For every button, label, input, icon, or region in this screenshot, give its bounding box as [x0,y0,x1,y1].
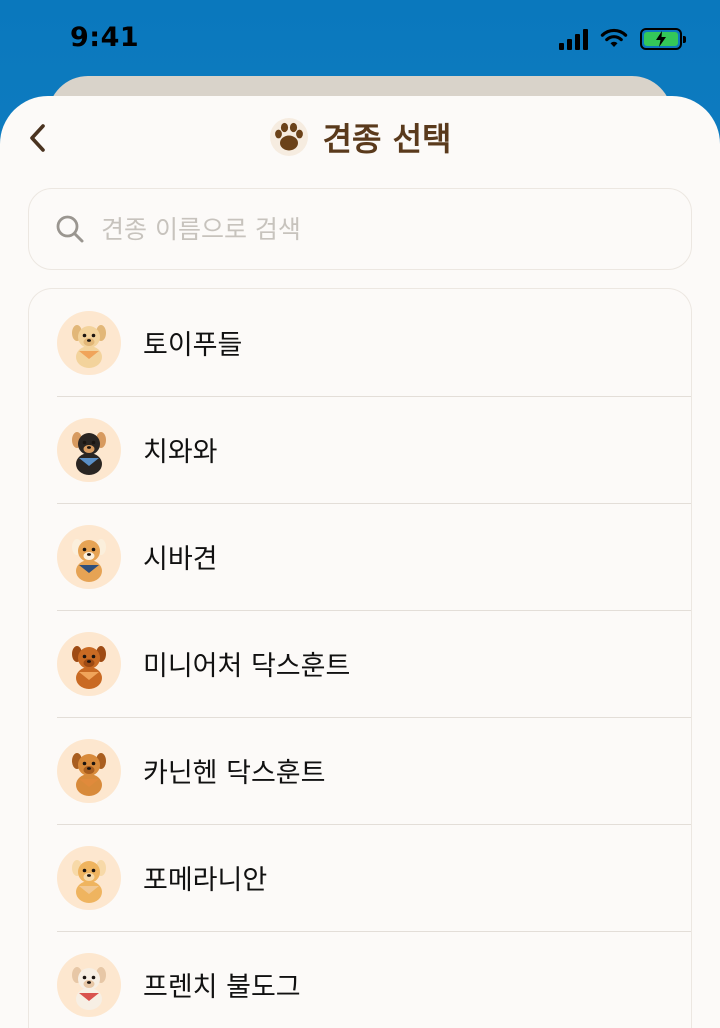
miniature-dachshund-icon [57,631,121,696]
page-title: 견종 선택 [322,120,452,158]
status-icons [559,26,686,52]
toy-poodle-icon [57,310,121,375]
title-wrap: 견종 선택 [0,114,720,160]
breed-list-item[interactable]: 프렌치 불도그 [29,931,691,1028]
breed-label: 시바견 [143,544,218,575]
breed-label: 카닌헨 닥스훈트 [143,758,326,789]
wifi-icon [600,28,628,47]
search-icon [56,215,84,243]
breed-label: 프렌치 불도그 [143,972,301,1003]
breed-label: 포메라니안 [143,865,268,896]
chihuahua-icon [57,417,121,482]
breed-list-item[interactable]: 포메라니안 [29,824,691,931]
search-input[interactable] [101,214,641,244]
status-bar: 9:41 [0,0,720,80]
header: 견종 선택 [0,96,720,180]
battery-icon [640,28,686,50]
breed-list-item[interactable]: 카닌헨 닥스훈트 [29,717,691,824]
status-time: 9:41 [70,22,140,53]
search-bar[interactable] [28,188,692,270]
signal-icon [559,28,588,50]
breed-list-item[interactable]: 토이푸들 [29,289,691,396]
french-bulldog-icon [57,952,121,1017]
shiba-icon [57,524,121,589]
breed-label: 치와와 [143,437,218,468]
breed-list-item[interactable]: 치와와 [29,396,691,503]
kaninchen-dachshund-icon [57,738,121,803]
breed-list: 토이푸들치와와시바견미니어처 닥스훈트카닌헨 닥스훈트포메라니안프렌치 불도그 [28,288,692,1028]
pomeranian-icon [57,845,121,910]
paw-icon [269,118,308,156]
breed-select-sheet: 견종 선택 토이푸들치와와시바견미니어처 닥스훈트카닌헨 닥스훈트포메라니안프렌… [0,96,720,1028]
breed-list-item[interactable]: 시바견 [29,503,691,610]
breed-list-item[interactable]: 미니어처 닥스훈트 [29,610,691,717]
breed-label: 토이푸들 [143,330,243,361]
breed-label: 미니어처 닥스훈트 [143,651,351,682]
